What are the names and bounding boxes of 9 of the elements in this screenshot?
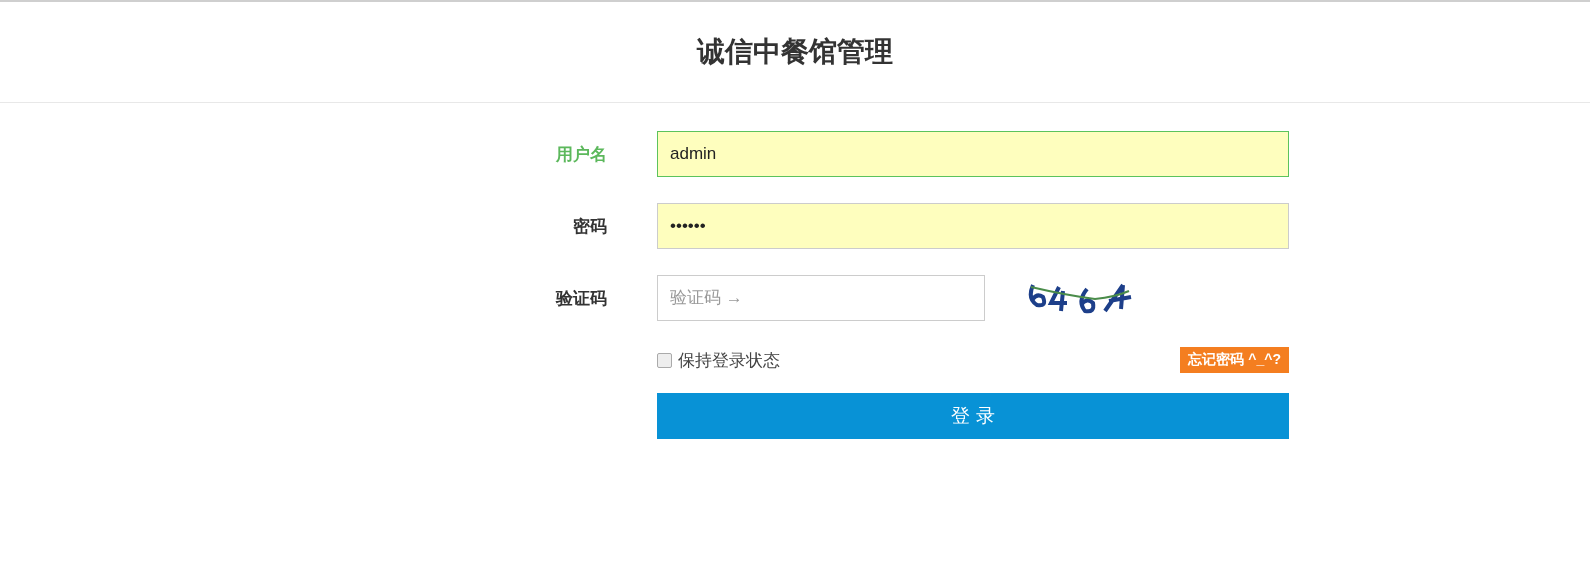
field-label: 用户名 — [556, 143, 607, 166]
field-label: 验证码 — [556, 287, 607, 310]
captcha-field[interactable]: 验证码 → — [657, 275, 985, 321]
remember-label: 保持登录状态 — [678, 349, 780, 372]
page-title: 诚信中餐馆管理 — [697, 35, 893, 69]
field-label: 密码 — [573, 215, 607, 238]
password-field[interactable]: •••••• — [657, 203, 1289, 249]
remember-checkbox[interactable] — [657, 352, 672, 368]
username-field[interactable]: admin — [657, 131, 1289, 177]
